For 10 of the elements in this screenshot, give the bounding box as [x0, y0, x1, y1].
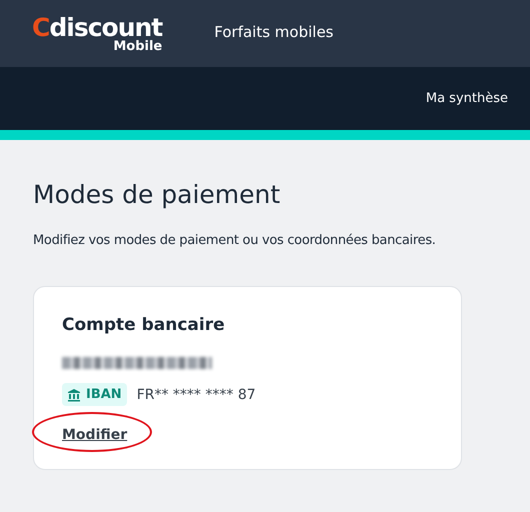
page-title: Modes de paiement — [33, 180, 282, 209]
iban-badge: IBAN — [62, 383, 127, 406]
bank-icon — [67, 388, 81, 402]
modify-link[interactable]: Modifier — [62, 427, 128, 443]
iban-number: FR** **** **** 87 — [136, 386, 256, 402]
page-description: Modifiez vos modes de paiement ou vos coordonnées bancaires. — [33, 233, 437, 248]
logo[interactable]: Cdiscount Mobile — [32, 14, 162, 52]
nav-link[interactable]: Ma synthèse — [426, 91, 508, 106]
nav-link[interactable]: Forfaits mobiles — [214, 22, 334, 40]
card-title: Compte bancaire — [62, 315, 226, 335]
